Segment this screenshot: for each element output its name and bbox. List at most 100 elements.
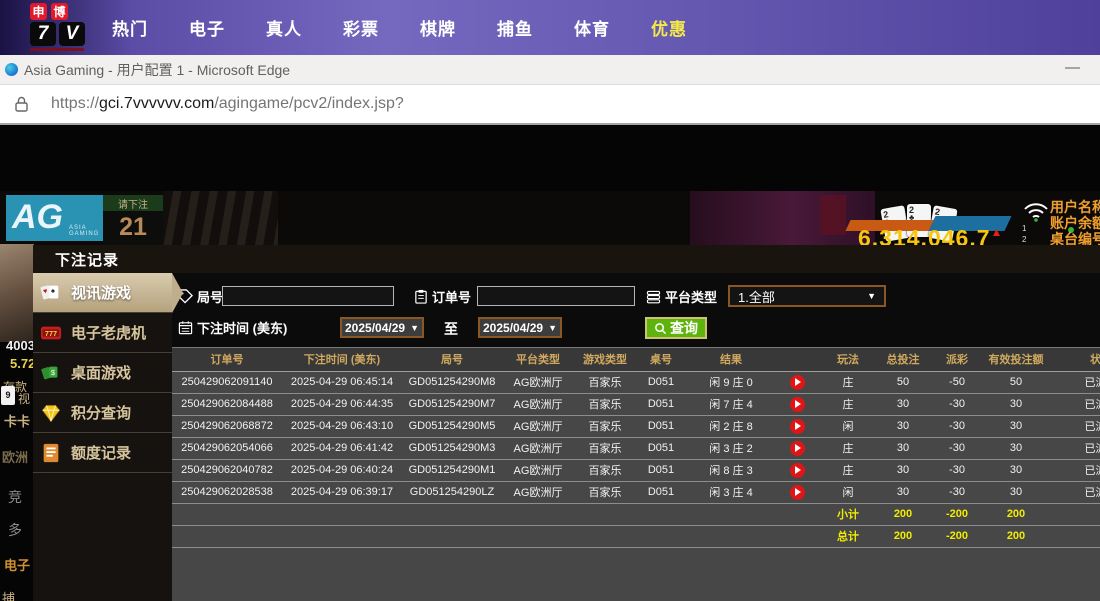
slot-777-icon: 777 — [39, 322, 63, 344]
site-logo[interactable]: 申 博 7 V — [30, 3, 86, 53]
col-game-type: 游戏类型 — [574, 348, 636, 371]
left-strip-bu: 捕 — [2, 588, 15, 601]
left-strip-value: 4003 — [6, 338, 35, 353]
banner-stripes — [163, 191, 278, 247]
edge-app-icon — [5, 63, 18, 76]
col-table-no: 桌号 — [636, 348, 686, 371]
left-strip-odds: 5.72 — [10, 356, 35, 371]
modal-header: 下注记录 — [33, 245, 1100, 273]
col-time: 下注时间 (美东) — [282, 348, 402, 371]
svg-text:777: 777 — [45, 328, 57, 337]
account-info: 用户名称 账户余额 桌台编号 — [1050, 199, 1100, 247]
playing-cards-icon: ♥ ♠ — [39, 282, 63, 304]
nav-item-sports[interactable]: 体育 — [574, 15, 610, 40]
table-row: 2504290620285382025-04-29 06:39:17GD0512… — [172, 481, 1100, 503]
table-row: 2504290620844882025-04-29 06:44:35GD0512… — [172, 393, 1100, 415]
road-row-numbers: 1 2 — [1022, 223, 1026, 245]
table-row: 2504290620540662025-04-29 06:41:42GD0512… — [172, 437, 1100, 459]
ag-logo: AG ASIA GAMING — [6, 195, 106, 241]
modal-sidebar: ♥ ♠ 视讯游戏 777 电子老虎机 — [33, 273, 172, 601]
screen: 申 博 7 V 热门 电子 真人 彩票 棋牌 捕鱼 体育 优惠 Asia Gam… — [0, 0, 1100, 601]
logo-badge-shen: 申 — [30, 3, 47, 20]
account-balance-label: 账户余额 — [1050, 215, 1100, 231]
table-row: 2504290620688722025-04-29 06:43:10GD0512… — [172, 415, 1100, 437]
nav-item-slots[interactable]: 电子 — [189, 15, 225, 40]
search-button[interactable]: 查询 — [645, 317, 707, 339]
dealer-photo — [0, 244, 34, 342]
nav-item-hot[interactable]: 热门 — [112, 15, 148, 40]
date-to-picker[interactable]: 2025/04/29 ▼ — [478, 317, 562, 338]
play-icon — [795, 378, 801, 386]
chevron-down-icon: ▼ — [410, 323, 419, 333]
table-row: 2504290620911402025-04-29 06:45:14GD0512… — [172, 371, 1100, 393]
nav-item-lottery[interactable]: 彩票 — [343, 15, 379, 40]
replay-button[interactable] — [790, 485, 805, 500]
bet-table-body: 2504290620911402025-04-29 06:45:14GD0512… — [172, 371, 1100, 547]
left-strip-kaka: 卡卡 — [4, 411, 30, 430]
minimize-button[interactable]: — — [1065, 59, 1080, 76]
date-from-picker[interactable]: 2025/04/29 ▼ — [340, 317, 424, 338]
play-icon — [795, 488, 801, 496]
chevron-down-icon: ▼ — [548, 323, 557, 333]
left-strip-duo: 多 — [8, 520, 22, 540]
banner-decor-red — [820, 195, 846, 235]
bet-records-modal: 下注记录 ♥ ♠ 视讯游戏 — [33, 245, 1100, 601]
col-result: 结果 — [686, 348, 776, 371]
nav-item-chess[interactable]: 棋牌 — [420, 15, 456, 40]
play-icon — [795, 400, 801, 408]
play-icon — [795, 422, 801, 430]
replay-button[interactable] — [790, 375, 805, 390]
svg-text:♠: ♠ — [51, 286, 55, 295]
account-username-label: 用户名称 — [1050, 199, 1100, 215]
nav-item-live[interactable]: 真人 — [266, 15, 302, 40]
grandtotal-row: 总计200-200200 — [172, 525, 1100, 547]
window-titlebar: Asia Gaming - 用户配置 1 - Microsoft Edge — — [0, 55, 1100, 85]
nav-item-promos[interactable]: 优惠 — [651, 15, 687, 40]
bet-table-area: 订单号 下注时间 (美东) 局号 平台类型 游戏类型 桌号 结果 玩法 总 — [172, 347, 1100, 601]
wifi-icon — [1022, 201, 1050, 223]
url-text: https://gci.7vvvvvv.com/agingame/pcv2/in… — [51, 95, 404, 113]
modal-title: 下注记录 — [55, 249, 119, 270]
table-header-row: 订单号 下注时间 (美东) 局号 平台类型 游戏类型 桌号 结果 玩法 总 — [172, 348, 1100, 371]
col-replay — [776, 348, 818, 371]
col-valid-bet: 有效投注额 — [986, 348, 1046, 371]
sidebar-item-quota-records[interactable]: 额度记录 — [33, 433, 172, 473]
sidebar-item-video-games[interactable]: ♥ ♠ 视讯游戏 — [33, 273, 172, 313]
left-strip-jing: 竞 — [8, 487, 22, 507]
bet-time-label: 下注时间 (美东) — [178, 318, 287, 337]
modal-content: 局号 订单号 平台类型 1.全部 — [172, 273, 1100, 601]
col-round: 局号 — [402, 348, 502, 371]
sidebar-item-table-games[interactable]: $ 桌面游戏 — [33, 353, 172, 393]
col-order: 订单号 — [172, 348, 282, 371]
col-status: 状态 — [1046, 348, 1100, 371]
order-number-input[interactable] — [477, 286, 635, 306]
platform-type-select[interactable]: 1.全部 ▼ — [728, 285, 886, 307]
bet-countdown: 请下注 21 — [103, 195, 163, 245]
play-icon — [795, 466, 801, 474]
top-nav: 申 博 7 V 热门 电子 真人 彩票 棋牌 捕鱼 体育 优惠 — [0, 0, 1100, 55]
round-number-input[interactable] — [222, 286, 394, 306]
live-table-banner: AG ASIA GAMING 请下注 21 2♣ 2♣ 2♣ 6,314,046… — [0, 191, 1100, 247]
document-icon — [39, 442, 63, 464]
sidebar-item-points-query[interactable]: 积分查询 — [33, 393, 172, 433]
search-icon — [654, 322, 667, 335]
filter-bar: 局号 订单号 平台类型 1.全部 — [172, 273, 1100, 347]
address-bar[interactable]: https://gci.7vvvvvv.com/agingame/pcv2/in… — [0, 85, 1100, 125]
nav-item-fishing[interactable]: 捕鱼 — [497, 15, 533, 40]
play-icon — [795, 444, 801, 452]
subtotal-row: 小计200-200200 — [172, 503, 1100, 525]
replay-button[interactable] — [790, 419, 805, 434]
col-bet-type: 玩法 — [818, 348, 878, 371]
bet-records-table: 订单号 下注时间 (美东) 局号 平台类型 游戏类型 桌号 结果 玩法 总 — [172, 348, 1100, 548]
order-number-label: 订单号 — [414, 287, 471, 306]
replay-button[interactable] — [790, 463, 805, 478]
replay-button[interactable] — [790, 397, 805, 412]
logo-badges: 申 博 — [30, 3, 86, 20]
col-platform: 平台类型 — [502, 348, 574, 371]
lock-icon — [14, 96, 29, 113]
svg-text:$: $ — [51, 367, 55, 376]
sidebar-item-slot-machine[interactable]: 777 电子老虎机 — [33, 313, 172, 353]
left-strip-dianzi: 电子 — [4, 555, 30, 574]
date-to-label: 至 — [444, 319, 458, 339]
replay-button[interactable] — [790, 441, 805, 456]
